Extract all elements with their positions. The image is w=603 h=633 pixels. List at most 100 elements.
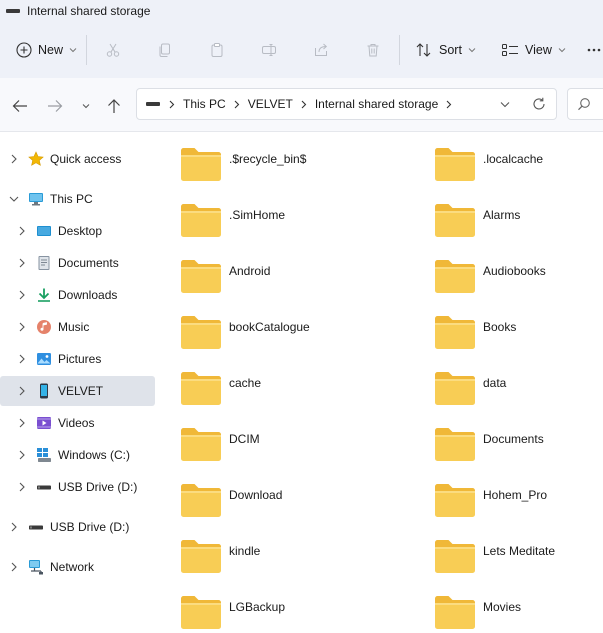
navigation-pane: Quick access This PC Desktop Documents D… [0, 132, 160, 633]
folder-icon [181, 596, 221, 629]
download-arrow-icon [36, 287, 52, 303]
sidebar-item-label: Music [58, 320, 90, 334]
forward-button[interactable] [45, 96, 65, 116]
folder-item[interactable]: Hohem_Pro [433, 480, 547, 520]
chevron-down-icon [69, 48, 77, 53]
folder-name: LGBackup [229, 600, 286, 614]
sidebar-item-downloads[interactable]: Downloads [0, 280, 155, 310]
sidebar-item-this-pc[interactable]: This PC [0, 184, 155, 214]
address-history-button[interactable] [488, 101, 522, 108]
sidebar-item-label: Desktop [58, 224, 103, 238]
back-button[interactable] [10, 96, 30, 116]
folder-name: .SimHome [229, 208, 286, 222]
expand-chevron-icon[interactable] [17, 322, 27, 332]
folder-item[interactable]: Download [179, 480, 282, 520]
folder-name: bookCatalogue [229, 320, 310, 334]
new-button[interactable]: New [16, 34, 86, 66]
breadcrumb-this-pc[interactable]: This PC [183, 97, 226, 111]
sidebar-item-velvet[interactable]: VELVET [0, 376, 155, 406]
more-options-button[interactable] [587, 34, 601, 66]
refresh-icon [533, 97, 545, 110]
folder-icon [435, 484, 475, 517]
sidebar-item-usb-drive-d[interactable]: USB Drive (D:) [0, 512, 155, 542]
delete-button[interactable] [347, 34, 399, 66]
folder-icon [181, 260, 221, 293]
expand-chevron-icon[interactable] [17, 386, 27, 396]
folder-item[interactable]: data [433, 368, 506, 408]
sidebar-item-desktop[interactable]: Desktop [0, 216, 155, 246]
toolbar-divider [399, 35, 400, 65]
folder-item[interactable]: Audiobooks [433, 256, 546, 296]
folder-item[interactable]: bookCatalogue [179, 312, 310, 352]
expand-chevron-icon[interactable] [9, 562, 19, 572]
folder-item[interactable]: Lets Meditate [433, 536, 555, 576]
sort-label: Sort [439, 43, 462, 57]
collapse-chevron-icon[interactable] [9, 194, 19, 204]
expand-chevron-icon[interactable] [17, 418, 27, 428]
chevron-right-icon [446, 100, 452, 108]
copy-button[interactable] [139, 34, 191, 66]
chevron-right-icon [234, 100, 239, 108]
scissors-icon [106, 43, 120, 57]
expand-chevron-icon[interactable] [9, 154, 19, 164]
folder-item[interactable]: .localcache [433, 144, 543, 184]
folder-item[interactable]: .SimHome [179, 200, 285, 240]
sidebar-item-label: Videos [58, 416, 95, 430]
rename-button[interactable] [243, 34, 295, 66]
view-button[interactable]: View [501, 34, 571, 66]
folder-item[interactable]: Alarms [433, 200, 520, 240]
arrow-left-icon [12, 100, 27, 112]
folder-item[interactable]: Movies [433, 592, 521, 632]
sidebar-item-label: VELVET [58, 384, 104, 398]
sidebar-item-usb-drive-d-nested[interactable]: USB Drive (D:) [0, 472, 155, 502]
command-bar: New Sort View [0, 22, 603, 78]
expand-chevron-icon[interactable] [17, 290, 27, 300]
sidebar-item-windows-c[interactable]: Windows (C:) [0, 440, 155, 470]
share-button[interactable] [295, 34, 347, 66]
chevron-right-icon [169, 100, 175, 108]
paste-button[interactable] [191, 34, 243, 66]
folder-item[interactable]: LGBackup [179, 592, 285, 632]
sidebar-item-music[interactable]: Music [0, 312, 155, 342]
expand-chevron-icon[interactable] [17, 482, 27, 492]
up-button[interactable] [104, 96, 124, 116]
folder-name: Audiobooks [483, 264, 546, 278]
folder-icon [181, 484, 221, 517]
folder-name: kindle [229, 544, 261, 558]
breadcrumb-internal-storage[interactable]: Internal shared storage [315, 97, 438, 111]
folder-item[interactable]: .$recycle_bin$ [179, 144, 306, 184]
expand-chevron-icon[interactable] [9, 522, 19, 532]
sidebar-item-videos[interactable]: Videos [0, 408, 155, 438]
folder-item[interactable]: kindle [179, 536, 260, 576]
folder-item[interactable]: Android [179, 256, 270, 296]
refresh-button[interactable] [522, 97, 556, 111]
window-title: Internal shared storage [27, 4, 151, 18]
star-icon [28, 151, 44, 167]
sidebar-item-pictures[interactable]: Pictures [0, 344, 155, 374]
sidebar-item-label: Windows (C:) [58, 448, 131, 462]
expand-chevron-icon[interactable] [17, 354, 27, 364]
sidebar-item-documents[interactable]: Documents [0, 248, 155, 278]
expand-chevron-icon[interactable] [17, 258, 27, 268]
windows-drive-icon [36, 447, 52, 463]
folder-icon [181, 148, 221, 181]
sidebar-item-network[interactable]: Network [0, 552, 155, 582]
folder-item[interactable]: cache [179, 368, 261, 408]
search-box[interactable] [567, 88, 603, 120]
folder-name: Alarms [483, 208, 521, 222]
plus-circle-icon [16, 42, 32, 58]
copy-icon [159, 43, 170, 57]
folder-item[interactable]: DCIM [179, 424, 260, 464]
folder-name: Movies [483, 600, 522, 614]
new-label: New [38, 43, 64, 57]
recent-locations-button[interactable] [76, 96, 96, 116]
sidebar-item-quick-access[interactable]: Quick access [0, 144, 155, 174]
sort-button[interactable]: Sort [415, 34, 485, 66]
folder-item[interactable]: Books [433, 312, 516, 352]
address-bar[interactable]: This PC VELVET Internal shared storage [136, 88, 557, 120]
breadcrumb-velvet[interactable]: VELVET [248, 97, 293, 111]
cut-button[interactable] [87, 34, 139, 66]
expand-chevron-icon[interactable] [17, 226, 27, 236]
folder-item[interactable]: Documents [433, 424, 544, 464]
expand-chevron-icon[interactable] [17, 450, 27, 460]
